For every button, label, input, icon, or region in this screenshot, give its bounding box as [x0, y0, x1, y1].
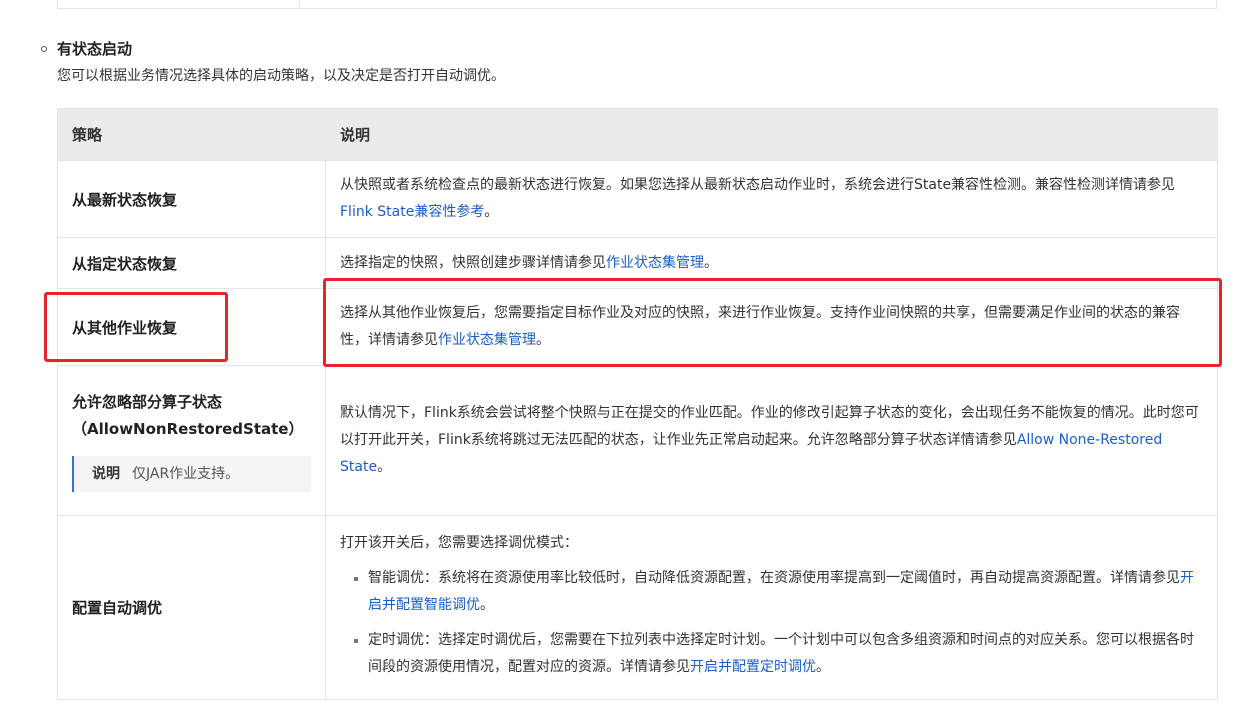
strategy-name: 允许忽略部分算子状态 — [72, 393, 223, 411]
table-row: 从指定状态恢复 选择指定的快照，快照创建步骤详情请参见作业状态集管理。 — [57, 237, 1218, 289]
strategy-description: 打开该开关后，您需要选择调优模式： 智能调优：系统将在资源使用率比较低时，自动降… — [325, 515, 1218, 700]
previous-table-bottom — [57, 0, 1217, 9]
header-description: 说明 — [325, 108, 1218, 161]
description-end: 。 — [377, 459, 392, 475]
strategy-table: 策略 说明 从最新状态恢复 从快照或者系统检查点的最新状态进行恢复。如果您选择从… — [57, 108, 1218, 700]
strategy-description: 选择从其他作业恢复后，您需要指定目标作业及对应的快照，来进行作业恢复。支持作业间… — [325, 288, 1218, 366]
section-title: 有状态启动 — [57, 40, 133, 58]
table-row: 允许忽略部分算子状态 （AllowNonRestoredState） 说明 仅JA… — [57, 365, 1218, 516]
doc-link[interactable]: 作业状态集管理 — [606, 255, 704, 271]
strategy-subname: （AllowNonRestoredState） — [72, 420, 304, 438]
strategy-name: 从其他作业恢复 — [57, 288, 326, 366]
bullet-end: 。 — [816, 659, 830, 675]
description-end: 。 — [484, 204, 499, 220]
bullet-text: 智能调优：系统将在资源使用率比较低时，自动降低资源配置，在资源使用率提高到一定阈… — [368, 570, 1180, 586]
square-bullet-icon — [354, 577, 358, 581]
description-text: 选择指定的快照，快照创建步骤详情请参见 — [340, 254, 606, 271]
strategy-name: 从最新状态恢复 — [57, 160, 326, 238]
list-item: 定时调优：选择定时调优后，您需要在下拉列表中选择定时计划。一个计划中可以包含多组… — [340, 627, 1203, 681]
strategy-name: 从指定状态恢复 — [57, 237, 326, 289]
doc-link[interactable]: 开启并配置定时调优 — [690, 659, 816, 675]
table-row: 配置自动调优 打开该开关后，您需要选择调优模式： 智能调优：系统将在资源使用率比… — [57, 515, 1218, 700]
doc-link[interactable]: 作业状态集管理 — [438, 332, 536, 348]
table-header-row: 策略 说明 — [57, 108, 1218, 161]
strategy-description: 默认情况下，Flink系统会尝试将整个快照与正在提交的作业匹配。作业的修改引起算… — [325, 365, 1218, 516]
note-label: 说明 — [92, 466, 120, 482]
description-end: 。 — [704, 254, 718, 271]
note-text: 仅JAR作业支持。 — [132, 466, 240, 482]
square-bullet-icon — [354, 639, 358, 643]
section-description: 您可以根据业务情况选择具体的启动策略，以及决定是否打开自动调优。 — [57, 68, 505, 84]
table-row: 从其他作业恢复 选择从其他作业恢复后，您需要指定目标作业及对应的快照，来进行作业… — [57, 288, 1218, 366]
doc-link[interactable]: Flink State兼容性参考 — [340, 204, 484, 220]
strategy-name-cell: 允许忽略部分算子状态 （AllowNonRestoredState） 说明 仅JA… — [57, 365, 326, 516]
note-box: 说明 仅JAR作业支持。 — [72, 456, 311, 492]
description-end: 。 — [536, 332, 550, 348]
bullet-end: 。 — [480, 597, 494, 613]
strategy-name: 配置自动调优 — [57, 515, 326, 700]
header-strategy: 策略 — [57, 108, 326, 161]
tuning-mode-list: 智能调优：系统将在资源使用率比较低时，自动降低资源配置，在资源使用率提高到一定阈… — [340, 565, 1203, 681]
strategy-description: 选择指定的快照，快照创建步骤详情请参见作业状态集管理。 — [325, 237, 1218, 289]
list-item: 智能调优：系统将在资源使用率比较低时，自动降低资源配置，在资源使用率提高到一定阈… — [340, 565, 1203, 619]
description-intro: 打开该开关后，您需要选择调优模式： — [340, 535, 578, 551]
table-column-divider — [299, 0, 300, 9]
description-text: 从快照或者系统检查点的最新状态进行恢复。如果您选择从最新状态启动作业时，系统会进… — [340, 177, 1176, 193]
hollow-bullet-icon — [41, 46, 47, 52]
table-row: 从最新状态恢复 从快照或者系统检查点的最新状态进行恢复。如果您选择从最新状态启动… — [57, 160, 1218, 238]
strategy-description: 从快照或者系统检查点的最新状态进行恢复。如果您选择从最新状态启动作业时，系统会进… — [325, 160, 1218, 238]
